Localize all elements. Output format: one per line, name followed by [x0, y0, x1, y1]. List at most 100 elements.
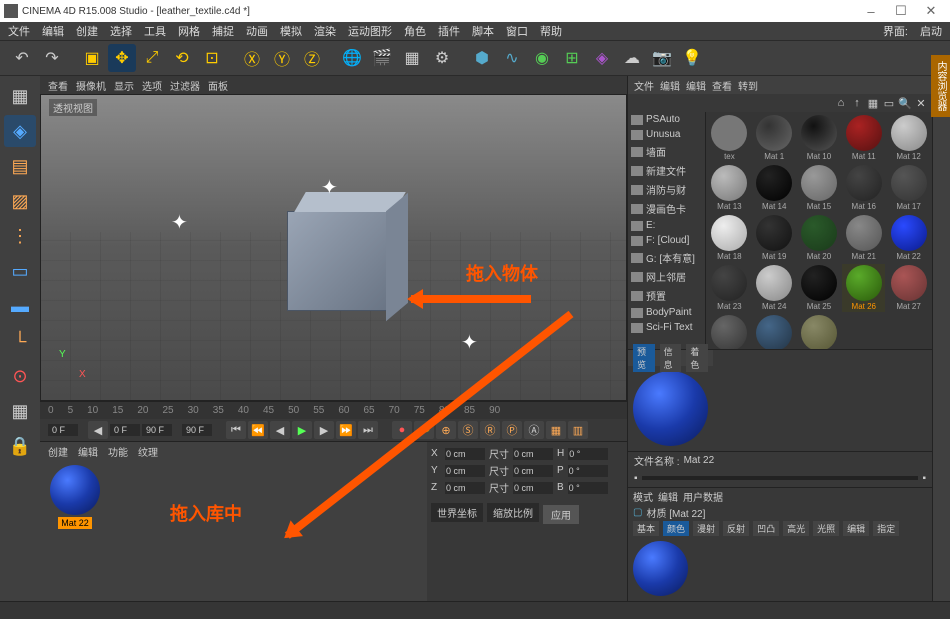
- attr-chip[interactable]: 基本: [633, 521, 659, 536]
- close-icon[interactable]: ✕: [914, 96, 928, 110]
- menu-item[interactable]: 创建: [72, 22, 102, 40]
- preview-tab[interactable]: 预览: [633, 344, 655, 372]
- menu-item[interactable]: 工具: [140, 22, 170, 40]
- point-mode[interactable]: ⋮: [4, 220, 36, 252]
- viewport-tab[interactable]: 选项: [142, 78, 162, 93]
- workplane-mode[interactable]: ▨: [4, 185, 36, 217]
- render-region[interactable]: ▦: [398, 44, 426, 72]
- material-cell[interactable]: Mat 15: [798, 164, 841, 212]
- search-icon[interactable]: 🔍: [898, 96, 912, 110]
- menu-item[interactable]: 插件: [434, 22, 464, 40]
- menu-item[interactable]: 网格: [174, 22, 204, 40]
- key-options[interactable]: ▦: [546, 421, 566, 439]
- attr-chip[interactable]: 指定: [873, 521, 899, 536]
- folder-tree[interactable]: PSAutoUnusua墙面新建文件消防与财漫画色卡E:F: [Cloud]G:…: [628, 112, 706, 349]
- select-tool[interactable]: ▣: [78, 44, 106, 72]
- grid-toggle[interactable]: ▦: [4, 395, 36, 427]
- menu-item[interactable]: 角色: [400, 22, 430, 40]
- x-axis-toggle[interactable]: Ⓧ: [238, 44, 266, 72]
- material-cell[interactable]: Mat 24: [753, 264, 796, 312]
- render-button[interactable]: 🎬: [368, 44, 396, 72]
- menu-item[interactable]: 窗口: [502, 22, 532, 40]
- z-rot[interactable]: [568, 482, 608, 494]
- material-cell[interactable]: Mat 25: [798, 264, 841, 312]
- material-cell[interactable]: Mat 14: [753, 164, 796, 212]
- start-frame[interactable]: 0 F: [48, 424, 78, 436]
- prev-key[interactable]: ⏪: [248, 421, 268, 439]
- material-cell[interactable]: Mat 23: [708, 264, 751, 312]
- menu-item[interactable]: 渲染: [310, 22, 340, 40]
- mat-tab[interactable]: 纹理: [138, 444, 158, 459]
- material-cell[interactable]: Mat 20: [798, 214, 841, 262]
- attr-chip[interactable]: 凹凸: [753, 521, 779, 536]
- browser-tab[interactable]: 转到: [738, 78, 758, 93]
- attr-tab[interactable]: 用户数据: [683, 489, 723, 504]
- material-item[interactable]: Mat 22: [45, 465, 105, 596]
- close-button[interactable]: ✕: [916, 1, 946, 21]
- up-icon[interactable]: ↑: [850, 96, 864, 110]
- attr-tab[interactable]: 编辑: [658, 489, 678, 504]
- attr-chip[interactable]: 反射: [723, 521, 749, 536]
- material-cell[interactable]: Mat 21: [842, 214, 885, 262]
- attr-chip[interactable]: 高光: [783, 521, 809, 536]
- material-cell[interactable]: Mat 1: [753, 114, 796, 162]
- menu-item[interactable]: 文件: [4, 22, 34, 40]
- browser-tab[interactable]: 编辑: [660, 78, 680, 93]
- light-gizmo[interactable]: ✦: [171, 210, 188, 235]
- folder-item[interactable]: 墙面: [628, 142, 705, 161]
- move-tool[interactable]: ✥: [108, 44, 136, 72]
- menu-item[interactable]: 动画: [242, 22, 272, 40]
- attr-chip[interactable]: 光照: [813, 521, 839, 536]
- light-tool[interactable]: 💡: [678, 44, 706, 72]
- rotate-tool[interactable]: ⟲: [168, 44, 196, 72]
- folder-item[interactable]: Sci-Fi Text: [628, 320, 705, 335]
- key-scale[interactable]: Ⓢ: [458, 421, 478, 439]
- folder-item[interactable]: BodyPaint: [628, 305, 705, 320]
- folder-item[interactable]: F: [Cloud]: [628, 233, 705, 248]
- next-frame[interactable]: ▶: [314, 421, 334, 439]
- viewport-tab[interactable]: 面板: [208, 78, 228, 93]
- x-pos[interactable]: [445, 448, 485, 460]
- menu-item[interactable]: 运动图形: [344, 22, 396, 40]
- attr-chip[interactable]: 编辑: [843, 521, 869, 536]
- minimize-button[interactable]: –: [856, 1, 886, 21]
- folder-item[interactable]: E:: [628, 218, 705, 233]
- y-pos[interactable]: [445, 465, 485, 477]
- material-cell[interactable]: Mat 11: [842, 114, 885, 162]
- viewport[interactable]: 透视视图 ✦ ✦ ✦ YX 拖入物体: [40, 94, 627, 401]
- attr-tab[interactable]: 模式: [633, 489, 653, 504]
- material-cell[interactable]: Mat 18: [708, 214, 751, 262]
- menu-item[interactable]: 帮助: [536, 22, 566, 40]
- play-button[interactable]: ▶: [292, 421, 312, 439]
- render-settings[interactable]: ⚙: [428, 44, 456, 72]
- goto-start[interactable]: ◀: [88, 421, 108, 439]
- snap-toggle[interactable]: ⊙: [4, 360, 36, 392]
- preview-tab[interactable]: 着色: [686, 344, 708, 372]
- key-rot[interactable]: Ⓡ: [480, 421, 500, 439]
- viewport-tab[interactable]: 查看: [48, 78, 68, 93]
- environment-tool[interactable]: ☁: [618, 44, 646, 72]
- scale-tool[interactable]: ⤢: [138, 44, 166, 72]
- menu-item[interactable]: 脚本: [468, 22, 498, 40]
- camera-tool[interactable]: 📷: [648, 44, 676, 72]
- folder-item[interactable]: 网上邻居: [628, 267, 705, 286]
- y-size[interactable]: [513, 465, 553, 477]
- prev-frame[interactable]: ◀: [270, 421, 290, 439]
- coord-mode[interactable]: 世界坐标: [431, 503, 483, 522]
- material-cell[interactable]: tex: [708, 114, 751, 162]
- home-icon[interactable]: ⌂: [834, 96, 848, 110]
- zoom-out-icon[interactable]: ▪: [634, 473, 638, 484]
- end-frame-1[interactable]: 90 F: [142, 424, 172, 436]
- undo-button[interactable]: ↶: [8, 44, 36, 72]
- make-editable[interactable]: ▦: [4, 80, 36, 112]
- material-cell[interactable]: Mat 28: [708, 314, 751, 349]
- key-pos[interactable]: ⊕: [436, 421, 456, 439]
- x-rot[interactable]: [568, 448, 608, 460]
- material-cell[interactable]: Mat 29: [753, 314, 796, 349]
- folder-item[interactable]: 消防与财: [628, 180, 705, 199]
- material-cell[interactable]: Mat 16: [842, 164, 885, 212]
- world-toggle[interactable]: 🌐: [338, 44, 366, 72]
- browser-tab[interactable]: 文件: [634, 78, 654, 93]
- zoom-slider[interactable]: ▪ ▪: [628, 469, 932, 487]
- zoom-in-icon[interactable]: ▪: [922, 473, 926, 484]
